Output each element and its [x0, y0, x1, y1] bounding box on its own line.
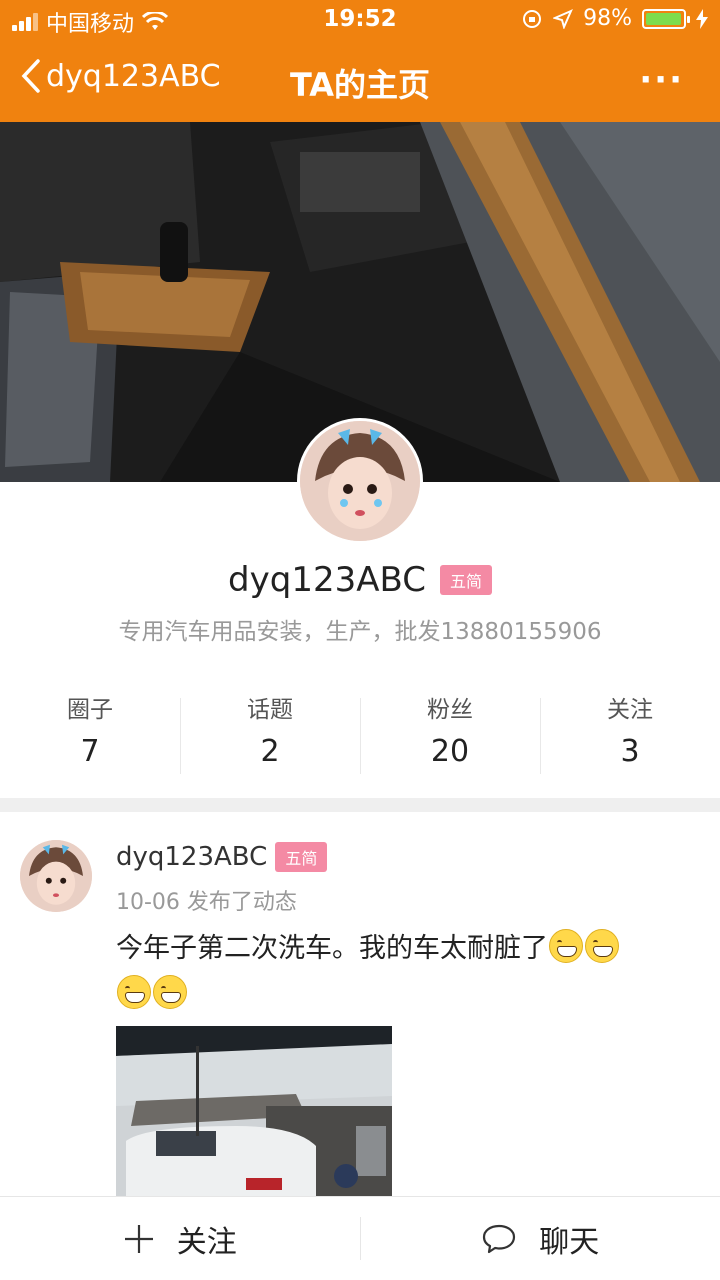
- profile-name: dyq123ABC: [228, 560, 426, 600]
- stat-label: 关注: [607, 697, 653, 723]
- rotation-lock-icon: [523, 9, 542, 28]
- stat-label: 圈子: [67, 697, 113, 723]
- chat-bubble-icon: [483, 1224, 516, 1253]
- status-bar: 中国移动 19:52 98%: [0, 0, 720, 40]
- battery-fill: [646, 12, 682, 25]
- stat-topics[interactable]: 话题 2: [180, 690, 360, 780]
- post-text-content: 今年子第二次洗车。我的车太耐脏了: [116, 933, 548, 964]
- back-label: dyq123ABC: [46, 58, 221, 94]
- battery-icon: [642, 8, 690, 29]
- grin-emoji-icon: [585, 929, 619, 963]
- follow-button[interactable]: 关注: [0, 1197, 360, 1280]
- chevron-left-icon: [21, 59, 40, 93]
- chat-label: 聊天: [539, 1224, 600, 1260]
- status-right: 98%: [521, 6, 708, 31]
- grin-emoji-icon: [153, 975, 187, 1009]
- profile-avatar[interactable]: [297, 418, 423, 544]
- grin-emoji-icon: [117, 975, 151, 1009]
- post-header: dyq123ABC 五简: [116, 842, 328, 872]
- post-text[interactable]: 今年子第二次洗车。我的车太耐脏了: [116, 926, 706, 1018]
- more-button[interactable]: ···: [639, 60, 684, 100]
- stat-count: 2: [260, 734, 280, 769]
- charging-bolt-icon: [696, 8, 708, 29]
- grin-emoji-icon: [549, 929, 583, 963]
- stat-circles[interactable]: 圈子 7: [0, 690, 180, 780]
- back-button[interactable]: dyq123ABC: [20, 58, 221, 94]
- follow-label: 关注: [176, 1224, 237, 1260]
- post-level-badge: 五简: [275, 842, 328, 872]
- level-badge: 五简: [439, 565, 492, 595]
- stat-label: 话题: [247, 697, 293, 723]
- bottom-action-bar: 关注 聊天: [0, 1196, 720, 1280]
- stats-row: 圈子 7 话题 2 粉丝 20 关注 3: [0, 690, 720, 780]
- profile-bio: 专用汽车用品安装，生产，批发13880155906: [118, 619, 602, 645]
- section-divider: [0, 798, 720, 812]
- post-meta: 10-06 发布了动态: [116, 890, 297, 915]
- nav-bar: dyq123ABC TA的主页 ···: [0, 44, 720, 118]
- battery-percent: 98%: [583, 6, 632, 31]
- profile-name-row: dyq123ABC 五简: [0, 560, 720, 600]
- stat-following[interactable]: 关注 3: [540, 690, 720, 780]
- plus-icon: [124, 1224, 153, 1253]
- post-image[interactable]: [116, 1026, 392, 1196]
- location-arrow-icon: [553, 8, 574, 29]
- stat-label: 粉丝: [427, 697, 473, 723]
- post-author-avatar[interactable]: [20, 840, 92, 912]
- stat-count: 7: [80, 734, 100, 769]
- chat-button[interactable]: 聊天: [361, 1197, 720, 1280]
- top-bar: 中国移动 19:52 98% dyq123ABC TA的主页 ···: [0, 0, 720, 122]
- stat-count: 20: [430, 734, 470, 769]
- post-author-name[interactable]: dyq123ABC: [116, 842, 267, 872]
- stat-fans[interactable]: 粉丝 20: [360, 690, 540, 780]
- stat-count: 3: [620, 734, 640, 769]
